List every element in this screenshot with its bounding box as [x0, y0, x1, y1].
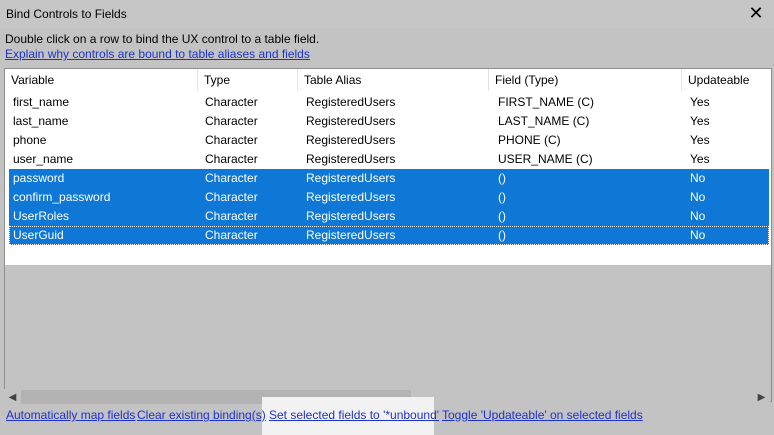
cell-updateable: No	[690, 209, 706, 223]
cell-type: Character	[205, 133, 258, 147]
toggle-updateable-link[interactable]: Toggle 'Updateable' on selected fields	[442, 408, 643, 422]
clear-bindings-link[interactable]: Clear existing binding(s)	[137, 408, 266, 422]
table-row[interactable]: confirm_password Character RegisteredUsers…	[9, 188, 769, 207]
title-bar: Bind Controls to Fields ✕	[0, 0, 774, 28]
cell-variable: last_name	[13, 114, 69, 128]
cell-updateable: No	[690, 190, 706, 204]
explain-link[interactable]: Explain why controls are bound to table …	[5, 47, 310, 61]
cell-alias: RegisteredUsers	[306, 133, 396, 147]
instructions-text: Double click on a row to bind the UX con…	[5, 32, 320, 46]
column-header-updateable[interactable]: Updateable	[682, 69, 771, 91]
cell-type: Character	[205, 228, 258, 242]
scroll-right-icon[interactable]: ▶	[753, 389, 770, 406]
cell-alias: RegisteredUsers	[306, 171, 396, 185]
cell-variable: UserGuid	[13, 228, 64, 242]
cell-field: PHONE (C)	[498, 133, 561, 147]
cell-updateable: Yes	[690, 133, 710, 147]
cell-field: FIRST_NAME (C)	[498, 95, 594, 109]
cell-variable: user_name	[13, 152, 74, 166]
cell-alias: RegisteredUsers	[306, 209, 396, 223]
cell-field: ()	[498, 171, 506, 185]
cell-variable: confirm_password	[13, 190, 111, 204]
table-row[interactable]: phone Character RegisteredUsers PHONE (C) Ye…	[9, 131, 769, 150]
column-header-field[interactable]: Field (Type)	[489, 69, 682, 91]
table-row[interactable]: UserRoles Character RegisteredUsers () No	[9, 207, 769, 226]
window-title: Bind Controls to Fields	[6, 7, 127, 21]
cell-field: LAST_NAME (C)	[498, 114, 590, 128]
cell-updateable: Yes	[690, 95, 710, 109]
table-row[interactable]: last_name Character RegisteredUsers LAST_NA…	[9, 112, 769, 131]
bindings-grid[interactable]: Variable Type Table Alias Field (Type) U…	[4, 68, 772, 402]
cell-updateable: No	[690, 228, 706, 242]
cell-type: Character	[205, 209, 258, 223]
cell-type: Character	[205, 152, 258, 166]
column-header-type[interactable]: Type	[198, 69, 298, 91]
cell-alias: RegisteredUsers	[306, 114, 396, 128]
close-icon[interactable]: ✕	[746, 3, 766, 23]
cell-alias: RegisteredUsers	[306, 152, 396, 166]
column-header-variable[interactable]: Variable	[5, 69, 198, 91]
cell-variable: phone	[13, 133, 47, 147]
cell-alias: RegisteredUsers	[306, 228, 396, 242]
cell-type: Character	[205, 171, 258, 185]
set-unbound-link[interactable]: Set selected fields to '*unbound'	[269, 408, 439, 422]
cell-updateable: Yes	[690, 114, 710, 128]
cell-type: Character	[205, 95, 258, 109]
table-row[interactable]: password Character RegisteredUsers () No	[9, 169, 769, 188]
column-header-alias[interactable]: Table Alias	[298, 69, 489, 91]
cell-type: Character	[205, 190, 258, 204]
table-row[interactable]: UserGuid Character RegisteredUsers () No	[9, 226, 769, 245]
cell-variable: password	[13, 171, 65, 185]
cell-alias: RegisteredUsers	[306, 190, 396, 204]
cell-variable: UserRoles	[13, 209, 70, 223]
cell-field: ()	[498, 228, 506, 242]
cell-updateable: No	[690, 171, 706, 185]
cell-variable: first_name	[13, 95, 70, 109]
cell-field: ()	[498, 209, 506, 223]
cell-field: ()	[498, 190, 506, 204]
auto-map-link[interactable]: Automatically map fields	[6, 408, 135, 422]
cell-updateable: Yes	[690, 152, 710, 166]
grid-header: Variable Type Table Alias Field (Type) U…	[5, 69, 771, 91]
table-row[interactable]: first_name Character RegisteredUsers FIRST_…	[9, 93, 769, 112]
table-row[interactable]: user_name Character RegisteredUsers USER_NA…	[9, 150, 769, 169]
cell-type: Character	[205, 114, 258, 128]
cell-alias: RegisteredUsers	[306, 95, 396, 109]
cell-field: USER_NAME (C)	[498, 152, 593, 166]
scroll-left-icon[interactable]: ◀	[4, 389, 21, 406]
